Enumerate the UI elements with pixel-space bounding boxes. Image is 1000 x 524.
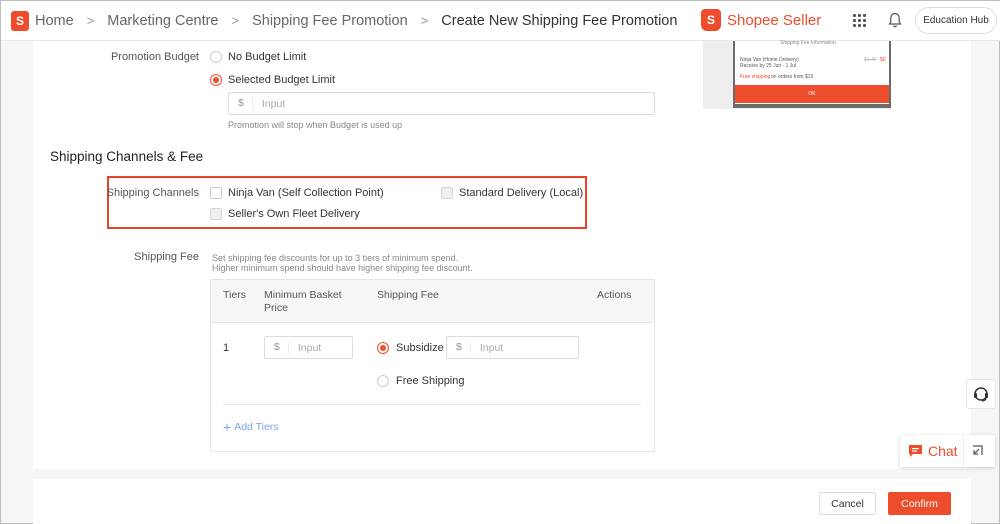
standard-delivery-checkbox[interactable] [441,187,453,199]
chat-label: Chat [928,443,958,459]
col-min-basket-price: Minimum Basket Price [264,289,342,314]
shipping-channels-label: Shipping Channels [106,187,199,199]
standard-delivery-label[interactable]: Standard Delivery (Local) [459,187,583,199]
selected-budget-limit-label[interactable]: Selected Budget Limit [228,74,335,86]
subsidize-amount-placeholder: Input [479,341,504,354]
chat-bubble-icon [909,445,922,457]
table-divider [223,404,641,405]
own-fleet-label[interactable]: Seller's Own Fleet Delivery [228,208,360,220]
mobile-preview: Shipping Fee Information Ninja Van (Home… [703,40,891,109]
shipping-fee-label: Shipping Fee [134,251,199,263]
promotion-budget-label: Promotion Budget [110,51,199,63]
add-tiers-label: Add Tiers [234,421,279,433]
currency-prefix: $ [265,341,289,354]
shipping-fee-hint-2: Higher minimum spend should have higher … [212,263,473,273]
section-title: Shipping Channels & Fee [50,149,204,164]
shipping-fee-table: Tiers Minimum Basket Price Shipping Fee … [210,279,655,452]
breadcrumb: Home > Marketing Centre > Shipping Fee P… [35,13,677,29]
shopping-bag-icon: S [701,9,721,31]
min-basket-price-placeholder: Input [297,341,322,354]
cancel-button[interactable]: Cancel [819,492,876,515]
breadcrumb-marketing-centre[interactable]: Marketing Centre [107,13,218,29]
bell-icon[interactable] [888,12,902,28]
budget-input[interactable]: $ Input [228,92,655,115]
preview-title: Shipping Fee Information [780,40,836,46]
no-budget-limit-label[interactable]: No Budget Limit [228,51,306,63]
footer-bar: Cancel Confirm [33,479,971,524]
preview-screen: Shipping Fee Information Ninja Van (Home… [733,40,891,108]
brand-name: Shopee Seller [727,11,822,29]
chevron-right-icon: > [86,13,95,28]
ninja-van-label[interactable]: Ninja Van (Self Collection Point) [228,187,384,199]
preview-free-shipping: Free shipping [740,74,771,80]
preview-free-condition: on orders from $15 [771,74,814,80]
selected-budget-limit-radio[interactable] [210,74,222,86]
subsidize-label[interactable]: Subsidize [396,342,444,354]
chevron-right-icon: > [231,13,240,28]
shopee-seller-brand[interactable]: S Shopee Seller [701,9,821,31]
col-tiers: Tiers [223,289,246,301]
currency-prefix: $ [447,341,471,354]
add-tiers-button[interactable]: + Add Tiers [223,419,279,435]
min-basket-price-input[interactable]: $ Input [264,336,353,359]
shopee-logo-icon[interactable]: S [11,10,29,31]
breadcrumb-current: Create New Shipping Fee Promotion [441,12,678,29]
subsidize-radio[interactable] [377,342,389,354]
subsidize-amount-input[interactable]: $ Input [446,336,579,359]
free-shipping-label[interactable]: Free Shipping [396,375,465,387]
col-actions: Actions [597,289,632,301]
preview-old-price: $1.49 [864,57,877,63]
preview-receive: Receive by 25 Jun - 1 Jul [740,63,797,69]
tier-number: 1 [223,342,230,354]
budget-input-placeholder: Input [261,97,286,110]
preview-new-price: $0 [880,57,886,63]
headset-icon [974,387,988,402]
shipping-channels-highlight [107,176,587,229]
ninja-van-checkbox[interactable] [210,187,222,199]
own-fleet-checkbox[interactable] [210,208,222,220]
chat-widget[interactable]: Chat [900,435,995,467]
plus-icon: + [223,419,232,435]
customer-support-button[interactable] [966,379,996,409]
table-header: Tiers Minimum Basket Price Shipping Fee … [211,280,654,323]
breadcrumb-shipping-fee-promotion[interactable]: Shipping Fee Promotion [252,13,408,29]
minimize-icon[interactable] [971,445,983,457]
preview-ok-button: OK [735,85,889,103]
chevron-right-icon: > [420,13,429,28]
confirm-button[interactable]: Confirm [888,492,951,515]
education-hub-button[interactable]: Education Hub [915,7,997,34]
breadcrumb-home[interactable]: Home [35,13,74,29]
free-shipping-radio[interactable] [377,375,389,387]
no-budget-limit-radio[interactable] [210,51,222,63]
apps-grid-icon[interactable] [853,14,866,27]
top-bar: S Home > Marketing Centre > Shipping Fee… [1,1,1000,41]
chat-divider [963,435,964,467]
col-shipping-fee: Shipping Fee [377,289,439,301]
budget-hint: Promotion will stop when Budget is used … [228,120,403,130]
currency-prefix: $ [229,97,253,110]
